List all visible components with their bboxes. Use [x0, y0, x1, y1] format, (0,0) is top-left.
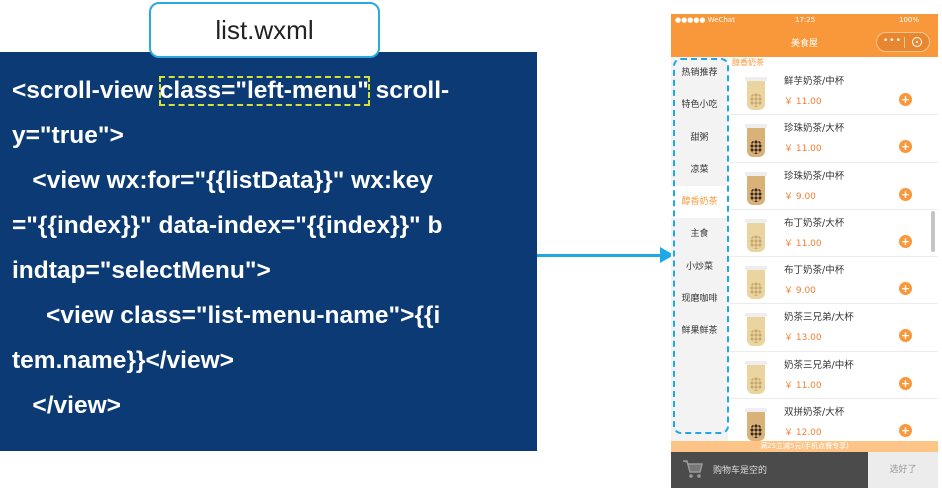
code-line-2: y="true"> [12, 122, 124, 149]
menu-item[interactable]: 主食 [671, 218, 728, 250]
item-price: ￥ 11.00 [784, 97, 822, 107]
milk-tea-image [745, 124, 767, 158]
cart-bar: 购物车是空的 选好了 [671, 452, 938, 488]
menu-item[interactable]: 小炒菜 [671, 251, 728, 283]
item-name: 珍珠奶茶/中杯 [784, 170, 845, 182]
item-price: ￥ 12.00 [784, 428, 822, 439]
code-text: <scroll-view [12, 77, 160, 104]
close-miniprogram-icon[interactable] [912, 37, 922, 47]
milk-tea-image [745, 171, 767, 205]
item-price: ￥ 9.00 [784, 191, 816, 202]
menu-item[interactable]: 鲜果鲜茶 [671, 315, 728, 347]
milk-tea-image [745, 313, 767, 347]
list-item[interactable]: 双拼奶茶/大杯 ￥ 12.00 + [730, 399, 938, 447]
pointer-arrow-line [537, 254, 663, 257]
phone-screen: ●●●●● WeChat 17:25 100% 美食屋 ••• 热销推荐 特色小吃… [671, 14, 938, 488]
item-price: ￥ 13.00 [784, 333, 822, 344]
code-line-4: ="{{index}}" data-index="{{index}}" b [12, 212, 443, 239]
milk-tea-image [745, 218, 767, 252]
nav-bar: 美食屋 ••• [671, 27, 938, 57]
status-bar: ●●●●● WeChat 17:25 100% [671, 14, 938, 27]
list-item[interactable]: 奶茶三兄弟/大杯 ￥ 13.00 + [730, 304, 938, 352]
list-item[interactable]: 鲜芋奶茶/中杯 ￥ 11.00 + [730, 68, 938, 116]
capsule-divider [904, 37, 905, 48]
code-line-7: tem.name}}</view> [12, 347, 234, 374]
category-title: 醇香奶茶 [732, 58, 764, 67]
menu-item[interactable]: 特色小吃 [671, 89, 728, 121]
code-line-5: indtap="selectMenu"> [12, 257, 271, 284]
shopping-cart-icon[interactable] [682, 459, 704, 479]
code-line-6: <view class="list-menu-name">{{i [12, 302, 441, 329]
milk-tea-image [745, 408, 767, 442]
milk-tea-image [745, 77, 767, 110]
code-line-1: <scroll-view class="left-menu" scroll- [12, 68, 523, 113]
item-price: ￥ 11.00 [784, 380, 822, 391]
product-list[interactable]: 醇香奶茶 鲜芋奶茶/中杯 ￥ 11.00 + 珍珠奶茶/大杯 ￥ 11.00 + 珍珠奶茶/… [730, 57, 938, 447]
item-price: ￥ 9.00 [784, 286, 816, 297]
add-to-cart-button[interactable]: + [899, 93, 912, 106]
menu-item[interactable]: 醇香奶茶 [671, 186, 728, 219]
item-name: 双拼奶茶/大杯 [784, 407, 845, 419]
milk-tea-image [745, 266, 767, 300]
menu-item[interactable]: 凉菜 [671, 154, 728, 186]
add-to-cart-button[interactable]: + [899, 376, 912, 390]
left-menu[interactable]: 热销推荐 特色小吃 甜粥 凉菜 醇香奶茶 主食 小炒菜 现磨咖啡 鲜果鲜茶 [671, 57, 728, 441]
item-price: ￥ 11.00 [784, 144, 822, 155]
code-line-8: </view> [12, 392, 121, 419]
code-panel: <scroll-view class="left-menu" scroll- y… [0, 52, 537, 451]
item-price: ￥ 11.00 [784, 238, 822, 249]
code-text: scroll- [368, 77, 450, 104]
more-icon[interactable]: ••• [883, 36, 902, 46]
add-to-cart-button[interactable]: + [899, 234, 912, 248]
list-item[interactable]: 奶茶三兄弟/中杯 ￥ 11.00 + [730, 352, 938, 400]
file-name-tab: list.wxml [149, 2, 380, 58]
list-item[interactable]: 珍珠奶茶/大杯 ￥ 11.00 + [730, 115, 938, 163]
item-name: 布丁奶茶/大杯 [784, 217, 845, 229]
item-name: 奶茶三兄弟/中杯 [784, 359, 854, 371]
item-name: 珍珠奶茶/大杯 [784, 123, 845, 135]
cart-empty-text: 购物车是空的 [713, 466, 768, 476]
menu-item[interactable]: 热销推荐 [671, 57, 728, 89]
scrollbar[interactable] [931, 211, 935, 252]
menu-item[interactable]: 甜粥 [671, 122, 728, 154]
list-item[interactable]: 珍珠奶茶/中杯 ￥ 9.00 + [730, 163, 938, 210]
add-to-cart-button[interactable]: + [899, 282, 912, 296]
mini-program-capsule[interactable]: ••• [876, 32, 930, 52]
item-name: 布丁奶茶/中杯 [784, 265, 845, 277]
promo-banner: 满25立减5元(手机点餐专享) [671, 441, 938, 452]
add-to-cart-button[interactable]: + [899, 424, 912, 438]
item-name: 奶茶三兄弟/大杯 [784, 312, 854, 324]
menu-item[interactable]: 现磨咖啡 [671, 283, 728, 315]
clock: 17:25 [795, 16, 816, 24]
battery-label: 100% [899, 16, 920, 24]
item-name: 鲜芋奶茶/中杯 [784, 76, 845, 87]
list-item[interactable]: 布丁奶茶/大杯 ￥ 11.00 + [730, 210, 938, 258]
add-to-cart-button[interactable]: + [899, 140, 912, 154]
add-to-cart-button[interactable]: + [899, 187, 912, 201]
milk-tea-image [745, 360, 767, 394]
class-highlight: class="left-menu" [158, 76, 370, 106]
checkout-button[interactable]: 选好了 [868, 452, 938, 488]
code-line-3: <view wx:for="{{listData}}" wx:key [12, 167, 433, 194]
add-to-cart-button[interactable]: + [899, 329, 912, 343]
carrier-label: ●●●●● WeChat [675, 16, 735, 24]
list-item[interactable]: 布丁奶茶/中杯 ￥ 9.00 + [730, 257, 938, 305]
